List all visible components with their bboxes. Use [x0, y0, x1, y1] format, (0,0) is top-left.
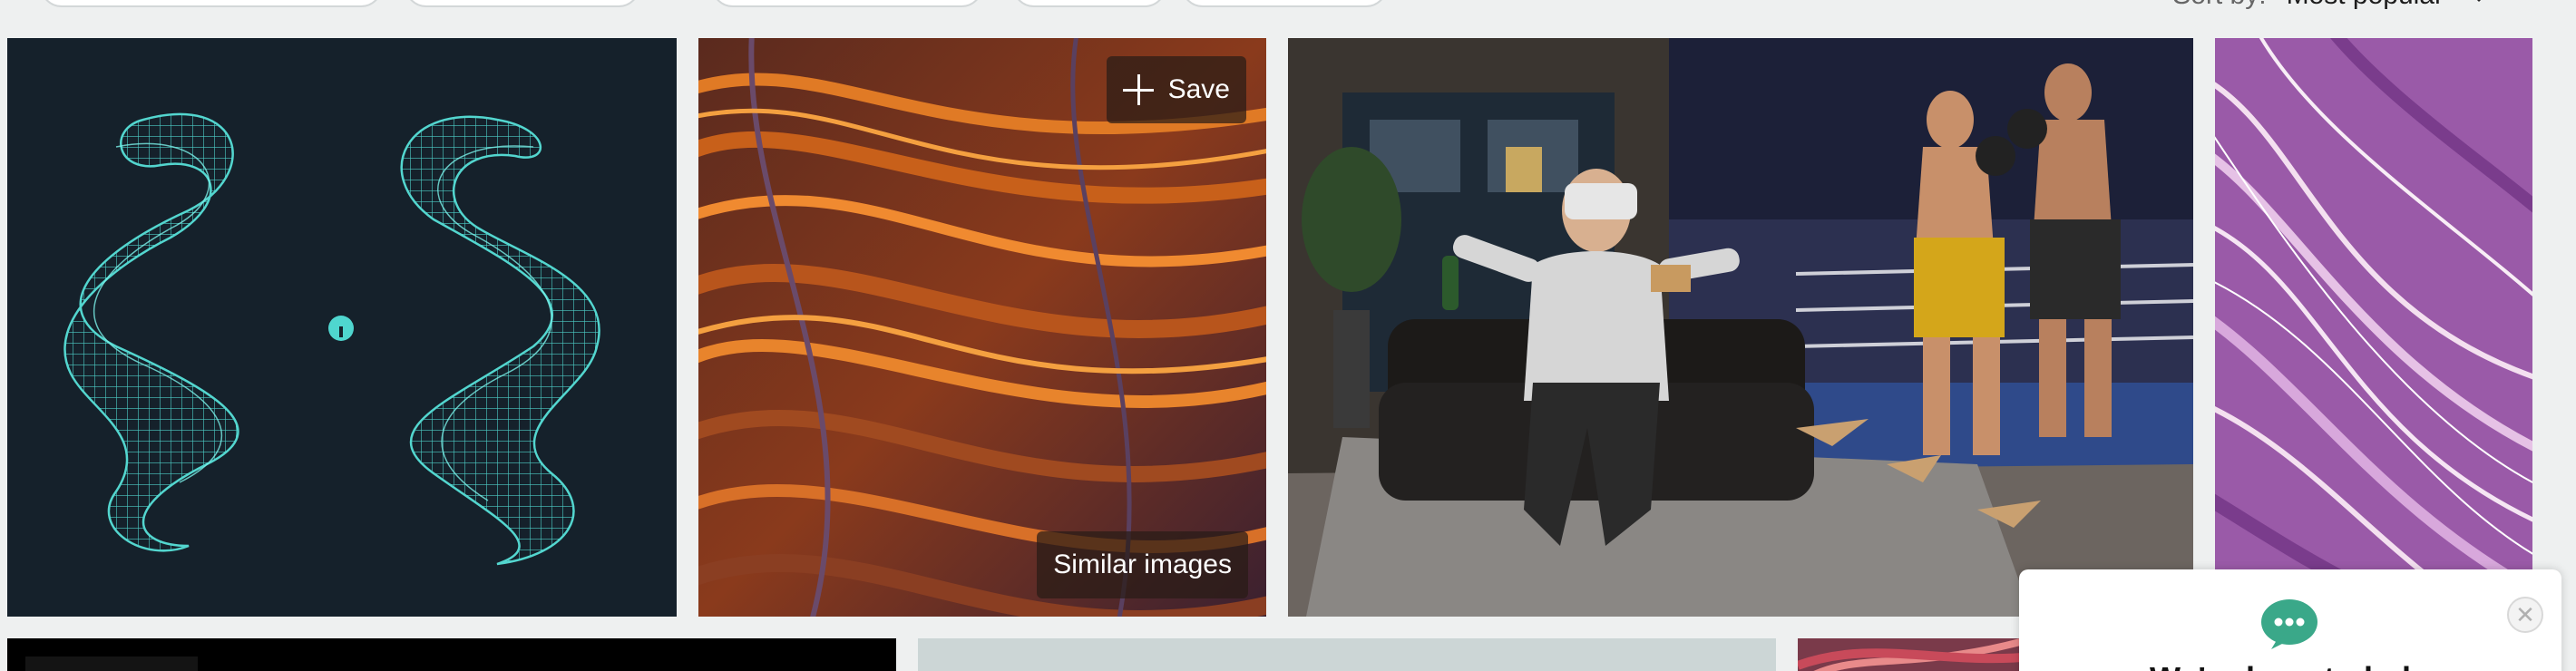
chevron-down-icon [2470, 0, 2488, 2]
sort-label: Sort by: [2172, 0, 2266, 11]
filter-pill-5[interactable] [1181, 0, 1388, 7]
save-label: Save [1167, 74, 1230, 104]
image-results-page: Sort by: Most popular [0, 0, 2576, 671]
image-tile-row2-2[interactable] [918, 638, 1776, 671]
filter-pill-2[interactable] [405, 0, 640, 7]
row2-3-image [1798, 638, 2034, 671]
image-tile-purple-waves[interactable] [2215, 38, 2532, 617]
image-tile-row2-3[interactable] [1798, 638, 2034, 671]
plus-icon [1122, 74, 1154, 105]
filter-pill-3[interactable] [711, 0, 983, 7]
wireframe-image [7, 38, 677, 617]
orange-fibers-image [698, 38, 1266, 617]
close-icon[interactable]: ✕ [2507, 597, 2543, 633]
chat-title: We're here to help [2019, 660, 2561, 671]
image-tile-vr-boxing[interactable] [1288, 38, 2193, 617]
image-label-badge [25, 656, 198, 671]
image-tile-row2-1[interactable] [7, 638, 896, 671]
chat-bubble-icon [2261, 599, 2317, 649]
sort-control[interactable]: Sort by: Most popular [2172, 0, 2488, 11]
purple-waves-image [2215, 38, 2532, 617]
vr-boxing-image [1288, 38, 2193, 617]
chat-widget[interactable]: ✕ We're here to help [2019, 569, 2561, 671]
image-tile-orange-fibers[interactable]: Save Similar images [698, 38, 1266, 617]
filter-pill-1[interactable] [40, 0, 383, 7]
sort-value[interactable]: Most popular [2287, 0, 2444, 11]
similar-images-button[interactable]: Similar images [1037, 531, 1248, 598]
similar-images-label: Similar images [1053, 549, 1232, 579]
filter-pill-4[interactable] [1012, 0, 1166, 7]
image-tile-wireframe[interactable] [7, 38, 677, 617]
save-button[interactable]: Save [1106, 56, 1246, 123]
